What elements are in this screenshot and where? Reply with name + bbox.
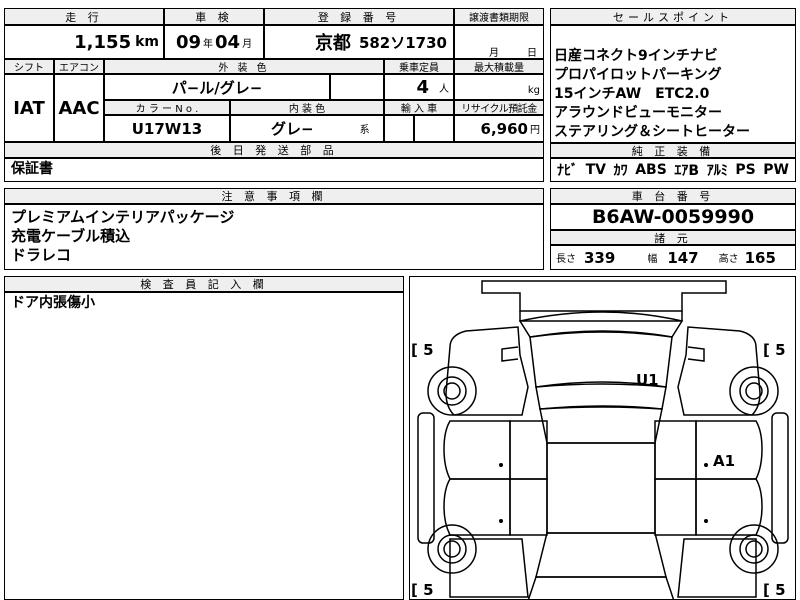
later-parts-value: 保証書	[4, 158, 544, 182]
registration-label: 登 録 番 号	[264, 8, 454, 25]
import-cell-b	[414, 115, 454, 142]
max-load-label: 最大積載量	[454, 59, 544, 74]
chassis-header: 車 台 番 号	[550, 188, 796, 204]
aircon-value: AAC	[54, 74, 104, 142]
tire-front-right-rating: [ 5	[763, 341, 786, 359]
color-no-label: カ ラ ー N o .	[104, 100, 230, 115]
sales-point-line: プロパイロットパーキング	[554, 67, 722, 83]
color-no-value: U17W13	[104, 115, 230, 142]
equipment-item: ｱﾙﾐ	[706, 163, 728, 179]
exterior-color-label: 外 装 色	[104, 59, 384, 74]
equipment-item: TV	[585, 162, 606, 178]
equipment-item: PW	[763, 162, 789, 178]
genuine-equipment-list: ﾅﾋﾞ TV ｶﾜ ABS ｴｱB ｱﾙﾐ PS PW	[550, 158, 796, 182]
sales-point-list: 日産コネクト9インチナビ プロパイロットパーキング 15インチAW ETC2.0…	[550, 25, 796, 143]
equipment-item: PS	[735, 162, 756, 178]
transfer-label: 譲渡書類期限	[454, 8, 544, 25]
transfer-deadline: 月 日	[454, 25, 544, 59]
note-line: プレミアムインテリアパッケージ	[11, 208, 235, 226]
later-parts-header: 後 日 発 送 部 品	[4, 142, 544, 158]
import-cell-a	[384, 115, 414, 142]
shift-label: シフト	[4, 59, 54, 74]
sales-point-header: セールスポイント	[550, 8, 796, 25]
damage-mark-u1: U1	[636, 371, 659, 389]
equipment-item: ﾅﾋﾞ	[557, 163, 578, 179]
tire-rear-right-rating: [ 5	[763, 581, 786, 599]
inspector-header: 検 査 員 記 入 欄	[4, 276, 404, 292]
mileage-label: 走 行	[4, 8, 164, 25]
tire-rear-left-rating: [ 5	[411, 581, 434, 599]
capacity-value: 4人	[384, 74, 454, 100]
chassis-number: B6AW-0059990	[550, 204, 796, 230]
vehicle-outline	[417, 280, 789, 599]
note-line: ドラレコ	[11, 246, 72, 264]
equipment-item: ｶﾜ	[613, 163, 628, 179]
sales-point-line: 15インチAW ETC2.0	[554, 86, 710, 102]
sales-point-line: ステアリング＆シートヒーター	[554, 124, 750, 140]
equipment-item: ABS	[635, 162, 667, 178]
sales-point-line: アラウンドビューモニター	[554, 105, 722, 121]
capacity-label: 乗車定員	[384, 59, 454, 74]
dimensions-values: 長さ 339 幅 147 高さ 165	[550, 245, 796, 270]
max-load-value: kg	[454, 74, 544, 100]
shaken-label: 車 検	[164, 8, 264, 25]
vehicle-condition-diagram: [ 5 [ 5 [ 5 [ 5 U1 A1	[409, 276, 796, 600]
shift-value: IAT	[4, 74, 54, 142]
interior-color-value: グレ− 系	[230, 115, 384, 142]
notes-body: プレミアムインテリアパッケージ 充電ケーブル積込 ドラレコ	[4, 204, 544, 270]
interior-color-label: 内 装 色	[230, 100, 384, 115]
sales-point-line: 日産コネクト9インチナビ	[554, 48, 718, 64]
inspector-notes: ドア内張傷小	[4, 292, 404, 600]
notes-header: 注 意 事 項 欄	[4, 188, 544, 204]
import-label: 輸 入 車	[384, 100, 454, 115]
dimensions-header: 諸 元	[550, 230, 796, 245]
damage-mark-a1: A1	[713, 452, 736, 470]
exterior-color-value: パ−ル/グレ−	[104, 74, 330, 100]
mileage-value: 1,155 km	[4, 25, 164, 59]
recycle-value: 6,960 円	[454, 115, 544, 142]
note-line: 充電ケーブル積込	[11, 227, 131, 245]
tire-front-left-rating: [ 5	[411, 341, 434, 359]
genuine-equipment-header: 純 正 装 備	[550, 143, 796, 158]
shaken-date: 09 年 04 月	[164, 25, 264, 59]
aircon-label: エアコン	[54, 59, 104, 74]
registration-number: 京都 582ソ1730	[264, 25, 454, 59]
recycle-label: リサイクル預託金	[454, 100, 544, 115]
exterior-color-extra	[330, 74, 384, 100]
equipment-item: ｴｱB	[674, 163, 700, 179]
